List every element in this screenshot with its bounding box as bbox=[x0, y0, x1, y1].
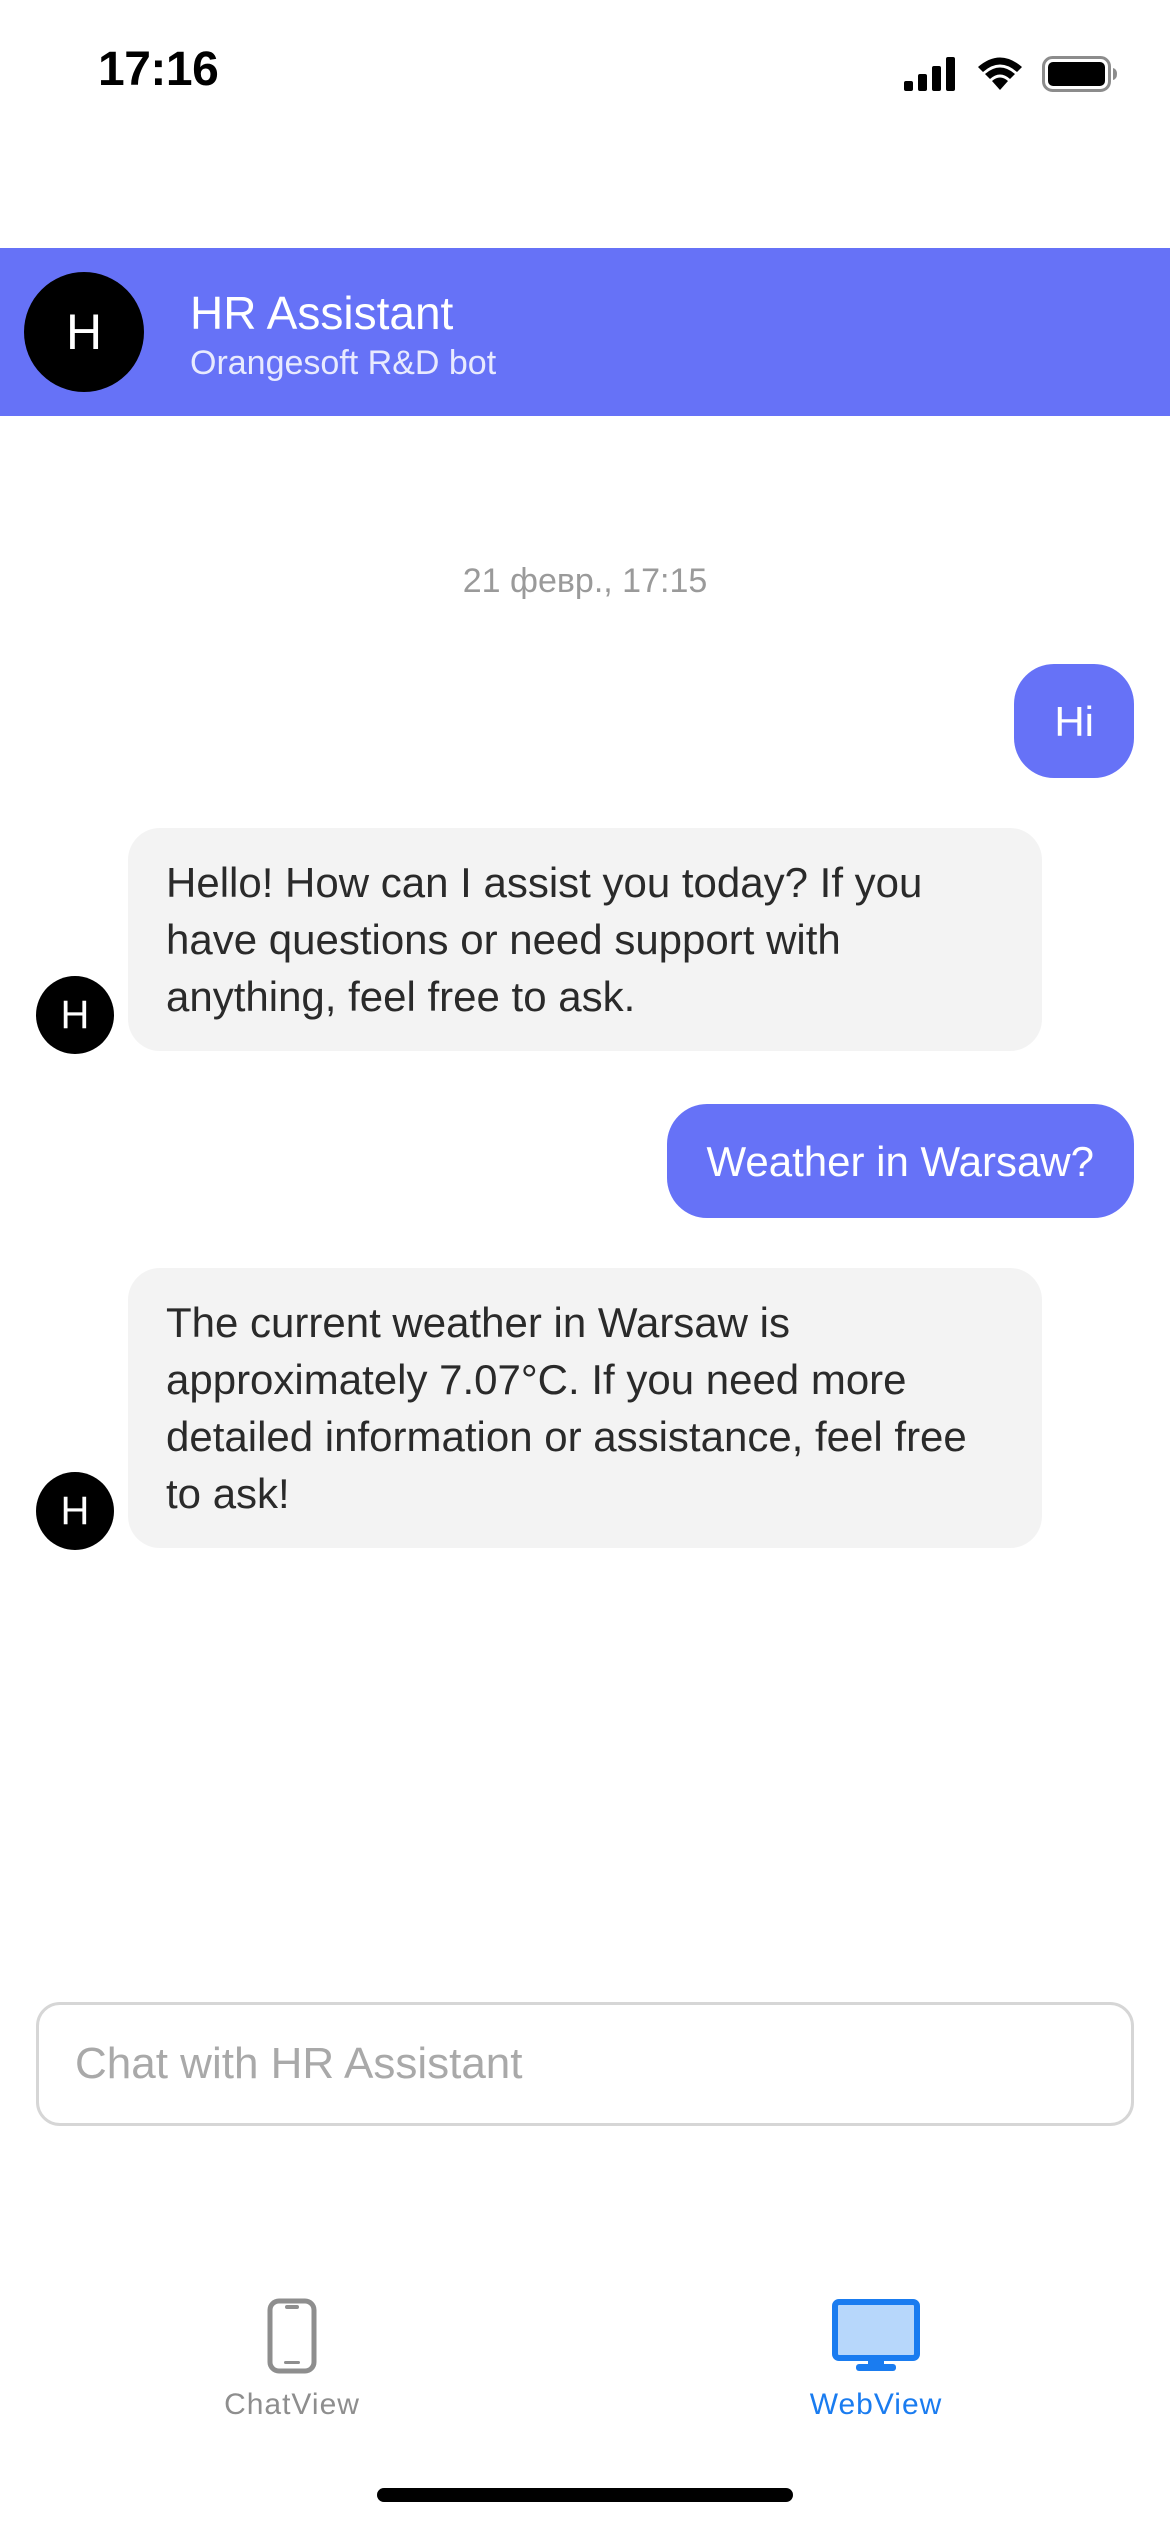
user-message[interactable]: Hi bbox=[1014, 664, 1134, 778]
status-icons bbox=[904, 52, 1118, 96]
bot-avatar: H bbox=[36, 1472, 114, 1550]
signal-icon bbox=[904, 57, 955, 91]
bot-avatar: H bbox=[36, 976, 114, 1054]
phone-icon bbox=[267, 2296, 317, 2376]
status-bar: 17:16 bbox=[0, 0, 1170, 150]
message-input[interactable] bbox=[39, 2005, 1131, 2123]
app-screen: 17:16 H HR Assistant Orangesoft R&D bot … bbox=[0, 0, 1170, 2532]
tab-chatview-label: ChatView bbox=[224, 2388, 360, 2421]
assistant-subtitle: Orangesoft R&D bot bbox=[190, 344, 497, 382]
monitor-icon bbox=[832, 2296, 920, 2376]
assistant-avatar: H bbox=[24, 272, 144, 392]
home-indicator[interactable] bbox=[377, 2488, 793, 2502]
user-message[interactable]: Weather in Warsaw? bbox=[666, 1104, 1134, 1218]
wifi-icon bbox=[978, 57, 1022, 90]
message-input-container bbox=[36, 2002, 1134, 2126]
chat-header: H HR Assistant Orangesoft R&D bot bbox=[0, 248, 1170, 416]
assistant-title: HR Assistant bbox=[190, 287, 454, 339]
bot-message[interactable]: Hello! How can I assist you today? If yo… bbox=[128, 828, 1042, 1051]
message-list[interactable]: 21 февр., 17:15 Hi Hello! How can I assi… bbox=[0, 416, 1170, 1976]
tab-webview-label: WebView bbox=[809, 2388, 943, 2421]
date-stamp: 21 февр., 17:15 bbox=[462, 562, 708, 600]
bot-message[interactable]: The current weather in Warsaw is approxi… bbox=[128, 1268, 1042, 1548]
status-time: 17:16 bbox=[98, 43, 219, 96]
tab-chatview[interactable]: ChatView bbox=[142, 2296, 442, 2436]
battery-icon bbox=[1042, 56, 1117, 92]
tab-webview[interactable]: WebView bbox=[726, 2296, 1026, 2436]
